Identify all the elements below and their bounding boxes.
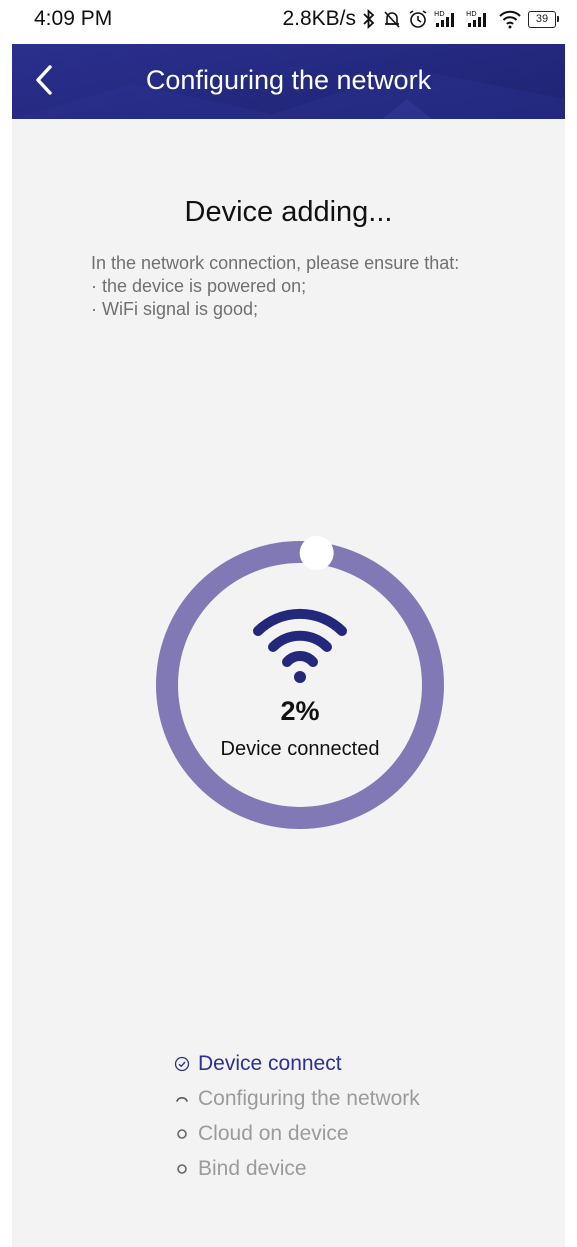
- step-label: Bind device: [198, 1156, 307, 1180]
- progress-status: Device connected: [220, 738, 380, 760]
- status-bar: 4:09 PM 2.8KB/s HD HD 39: [0, 0, 577, 44]
- page-heading: Device adding...: [184, 196, 393, 228]
- step-label: Configuring the network: [198, 1086, 420, 1110]
- status-icons: 2.8KB/s HD HD 39: [282, 7, 559, 31]
- step-item: Bind device: [174, 1151, 420, 1186]
- progress-percent: 2%: [280, 696, 320, 726]
- mute-icon: [384, 11, 400, 28]
- step-item: Device connect: [174, 1046, 420, 1081]
- wifi-icon: [253, 608, 347, 683]
- step-item: Configuring the network: [174, 1081, 420, 1116]
- step-item: Cloud on device: [174, 1116, 420, 1151]
- main-content: Device adding... In the network connecti…: [12, 119, 565, 1247]
- spinner-icon: [176, 1096, 188, 1102]
- progress-ring: 2% Device connected: [150, 535, 450, 835]
- screen: 4:09 PM 2.8KB/s HD HD 39 Configuring the…: [0, 0, 577, 1247]
- progress-track: [156, 541, 444, 829]
- svg-text:HD: HD: [434, 10, 445, 18]
- instruction-line: · WiFi signal is good;: [91, 299, 259, 319]
- circle-icon: [177, 1128, 187, 1139]
- wifi-icon: [499, 10, 521, 29]
- page-title: Configuring the network: [145, 65, 432, 95]
- step-list: Device connect Configuring the network C…: [174, 1046, 420, 1186]
- alarm-icon: [409, 10, 427, 28]
- battery-level: 39: [528, 10, 556, 28]
- hd-signal-icon: HD: [434, 10, 454, 27]
- instructions: In the network connection, please ensure…: [91, 252, 531, 321]
- step-label: Cloud on device: [198, 1121, 349, 1145]
- net-speed: 2.8KB/s: [282, 7, 356, 30]
- battery-icon: 39: [528, 10, 559, 28]
- progress-knob: [299, 536, 334, 571]
- instruction-line: In the network connection, please ensure…: [91, 253, 460, 273]
- svg-text:HD: HD: [466, 10, 477, 18]
- hd-signal-icon: HD: [466, 10, 486, 27]
- app-header: Configuring the network: [12, 44, 565, 119]
- step-label: Device connect: [198, 1051, 342, 1075]
- check-circle-icon: [174, 1056, 190, 1071]
- progress-ring-graphic: [156, 536, 444, 829]
- circle-icon: [177, 1163, 187, 1174]
- status-time: 4:09 PM: [34, 7, 113, 30]
- bluetooth-icon: [363, 9, 375, 29]
- instruction-line: · the device is powered on;: [91, 276, 307, 296]
